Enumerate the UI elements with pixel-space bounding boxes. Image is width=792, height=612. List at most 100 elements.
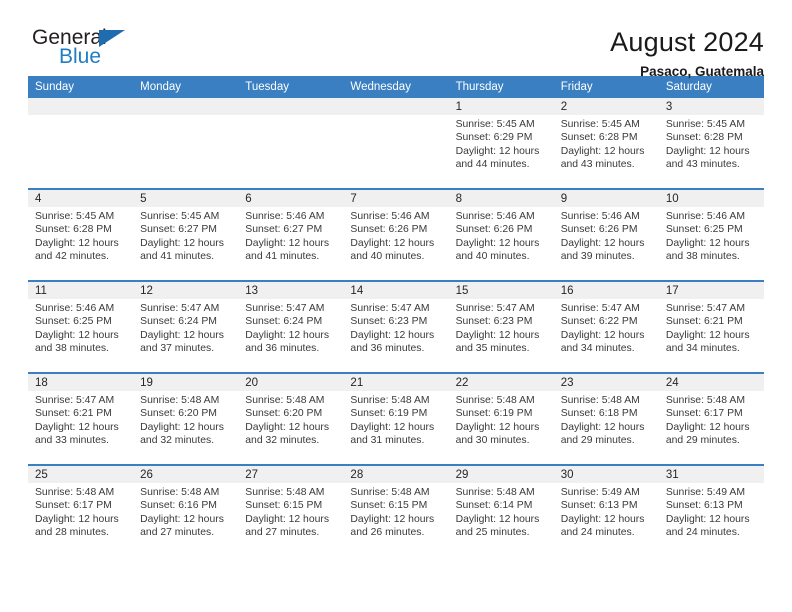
sunset-text: Sunset: 6:24 PM [140,316,217,328]
calendar-day-cell[interactable]: 20 Sunrise: 5:48 AM Sunset: 6:20 PM Dayligh… [238,372,344,465]
sunrise-text: Sunrise: 5:48 AM [455,487,535,498]
daylight-text-line2: and 44 minutes. [455,158,530,170]
sunrise-text: Sunrise: 5:48 AM [665,395,745,406]
day-details: Sunrise: 5:49 AM Sunset: 6:13 PM Daylight:… [659,483,764,539]
daylight-text-line2: and 27 minutes. [245,526,320,538]
day-details: Sunrise: 5:48 AM Sunset: 6:19 PM Daylight:… [449,391,554,447]
day-details: Sunrise: 5:47 AM Sunset: 6:24 PM Daylight:… [133,299,238,355]
brand-logo[interactable]: General Blue [28,26,148,72]
calendar-cell-empty [28,98,134,189]
sunrise-text: Sunrise: 5:46 AM [350,211,430,222]
daylight-text-line1: Daylight: 12 hours [35,421,119,433]
sunrise-text: Sunrise: 5:46 AM [560,211,640,222]
daylight-text-line1: Daylight: 12 hours [455,329,540,341]
calendar-day-cell[interactable]: 2 Sunrise: 5:45 AM Sunset: 6:28 PM Daylight… [553,98,659,189]
calendar-day-cell[interactable]: 8 Sunrise: 5:46 AM Sunset: 6:26 PM Daylight… [448,188,554,281]
calendar-day-cell[interactable]: 7 Sunrise: 5:46 AM Sunset: 6:26 PM Daylight… [343,188,449,281]
sunset-text: Sunset: 6:29 PM [455,132,533,144]
day-number: 27 [238,466,344,483]
calendar-day-cell[interactable]: 6 Sunrise: 5:46 AM Sunset: 6:27 PM Daylight… [238,188,344,281]
daylight-text-line2: and 33 minutes. [35,434,109,446]
day-number: 17 [658,282,764,299]
day-number: 2 [553,98,659,115]
day-number: 10 [658,190,764,207]
daylight-text-line2: and 28 minutes. [35,526,109,538]
calendar-day-cell[interactable]: 30 Sunrise: 5:49 AM Sunset: 6:13 PM Dayligh… [553,464,659,556]
daylight-text-line2: and 42 minutes. [35,250,109,262]
calendar-day-cell[interactable]: 29 Sunrise: 5:48 AM Sunset: 6:14 PM Dayligh… [448,464,554,556]
calendar-day-cell[interactable]: 3 Sunrise: 5:45 AM Sunset: 6:28 PM Daylight… [658,98,764,189]
calendar-day-cell[interactable]: 21 Sunrise: 5:48 AM Sunset: 6:19 PM Dayligh… [343,372,449,465]
calendar-day-cell[interactable]: 12 Sunrise: 5:47 AM Sunset: 6:24 PM Dayligh… [133,280,239,373]
calendar-week-row: 18 Sunrise: 5:47 AM Sunset: 6:21 PM Dayligh… [28,372,764,465]
calendar-day-cell[interactable]: 18 Sunrise: 5:47 AM Sunset: 6:21 PM Dayligh… [28,372,134,465]
sunset-text: Sunset: 6:15 PM [350,500,428,512]
sunset-text: Sunset: 6:15 PM [245,500,323,512]
daylight-text-line2: and 29 minutes. [560,434,635,446]
calendar-day-cell[interactable]: 15 Sunrise: 5:47 AM Sunset: 6:23 PM Dayligh… [448,280,554,373]
day-details: Sunrise: 5:48 AM Sunset: 6:19 PM Daylight:… [343,391,448,447]
calendar-day-cell[interactable]: 10 Sunrise: 5:46 AM Sunset: 6:25 PM Dayligh… [658,188,764,281]
calendar-body: 1 Sunrise: 5:45 AM Sunset: 6:29 PM Daylight… [28,98,764,556]
day-number: 21 [343,374,449,391]
sunrise-text: Sunrise: 5:48 AM [140,395,220,406]
calendar-day-cell[interactable]: 13 Sunrise: 5:47 AM Sunset: 6:24 PM Dayligh… [238,280,344,373]
day-number: 4 [28,190,134,207]
sunset-text: Sunset: 6:28 PM [665,132,743,144]
calendar-day-cell[interactable]: 27 Sunrise: 5:48 AM Sunset: 6:15 PM Dayligh… [238,464,344,556]
calendar-day-cell[interactable]: 22 Sunrise: 5:48 AM Sunset: 6:19 PM Dayligh… [448,372,554,465]
daylight-text-line1: Daylight: 12 hours [455,421,540,433]
daylight-text-line1: Daylight: 12 hours [35,329,119,341]
calendar-day-cell[interactable]: 11 Sunrise: 5:46 AM Sunset: 6:25 PM Dayligh… [28,280,134,373]
calendar-week-row: 4 Sunrise: 5:45 AM Sunset: 6:28 PM Daylight… [28,188,764,281]
calendar-day-cell[interactable]: 26 Sunrise: 5:48 AM Sunset: 6:16 PM Dayligh… [133,464,239,556]
day-number: 7 [343,190,449,207]
sunset-text: Sunset: 6:25 PM [35,316,112,328]
day-number: 12 [133,282,239,299]
sunrise-text: Sunrise: 5:46 AM [665,211,745,222]
sunrise-text: Sunrise: 5:49 AM [560,487,640,498]
day-details: Sunrise: 5:46 AM Sunset: 6:26 PM Daylight:… [554,207,659,263]
calendar-day-cell[interactable]: 4 Sunrise: 5:45 AM Sunset: 6:28 PM Daylight… [28,188,134,281]
daylight-text-line1: Daylight: 12 hours [665,329,750,341]
daylight-text-line2: and 37 minutes. [140,342,215,354]
daylight-text-line1: Daylight: 12 hours [140,329,224,341]
calendar-day-cell[interactable]: 14 Sunrise: 5:47 AM Sunset: 6:23 PM Dayligh… [343,280,449,373]
daylight-text-line1: Daylight: 12 hours [455,513,540,525]
calendar-day-cell[interactable]: 25 Sunrise: 5:48 AM Sunset: 6:17 PM Dayligh… [28,464,134,556]
daylight-text-line2: and 25 minutes. [455,526,530,538]
location-subtitle: Pasaco, Guatemala [640,64,764,79]
daylight-text-line1: Daylight: 12 hours [665,237,750,249]
calendar-day-cell[interactable]: 23 Sunrise: 5:48 AM Sunset: 6:18 PM Dayligh… [553,372,659,465]
calendar-day-cell[interactable]: 16 Sunrise: 5:47 AM Sunset: 6:22 PM Dayligh… [553,280,659,373]
calendar-day-cell[interactable]: 1 Sunrise: 5:45 AM Sunset: 6:29 PM Daylight… [448,98,554,189]
daylight-text-line1: Daylight: 12 hours [245,513,330,525]
day-details: Sunrise: 5:45 AM Sunset: 6:27 PM Daylight:… [133,207,238,263]
calendar-day-cell[interactable]: 9 Sunrise: 5:46 AM Sunset: 6:26 PM Daylight… [553,188,659,281]
daylight-text-line2: and 38 minutes. [35,342,109,354]
daylight-text-line2: and 36 minutes. [245,342,320,354]
sunset-text: Sunset: 6:26 PM [350,224,428,236]
day-number: 30 [553,466,659,483]
daylight-text-line2: and 24 minutes. [665,526,740,538]
calendar-week-row: 11 Sunrise: 5:46 AM Sunset: 6:25 PM Dayligh… [28,280,764,373]
calendar-day-cell[interactable]: 31 Sunrise: 5:49 AM Sunset: 6:13 PM Dayligh… [658,464,764,556]
calendar-day-cell[interactable]: 24 Sunrise: 5:48 AM Sunset: 6:17 PM Dayligh… [658,372,764,465]
calendar-day-cell[interactable]: 28 Sunrise: 5:48 AM Sunset: 6:15 PM Dayligh… [343,464,449,556]
daylight-text-line2: and 43 minutes. [665,158,740,170]
sunrise-text: Sunrise: 5:48 AM [245,487,325,498]
day-number: 22 [448,374,554,391]
sunset-text: Sunset: 6:21 PM [35,408,112,420]
calendar-day-cell[interactable]: 17 Sunrise: 5:47 AM Sunset: 6:21 PM Dayligh… [658,280,764,373]
calendar-day-cell[interactable]: 5 Sunrise: 5:45 AM Sunset: 6:27 PM Daylight… [133,188,239,281]
sunset-text: Sunset: 6:14 PM [455,500,533,512]
page-title: August 2024 [610,27,764,57]
day-number: 28 [343,466,449,483]
day-number: 25 [28,466,134,483]
day-number [28,98,134,115]
sunset-text: Sunset: 6:27 PM [245,224,323,236]
calendar-day-cell[interactable]: 19 Sunrise: 5:48 AM Sunset: 6:20 PM Dayligh… [133,372,239,465]
daylight-text-line2: and 24 minutes. [560,526,635,538]
sunrise-text: Sunrise: 5:48 AM [245,395,325,406]
day-details: Sunrise: 5:48 AM Sunset: 6:16 PM Daylight:… [133,483,238,539]
